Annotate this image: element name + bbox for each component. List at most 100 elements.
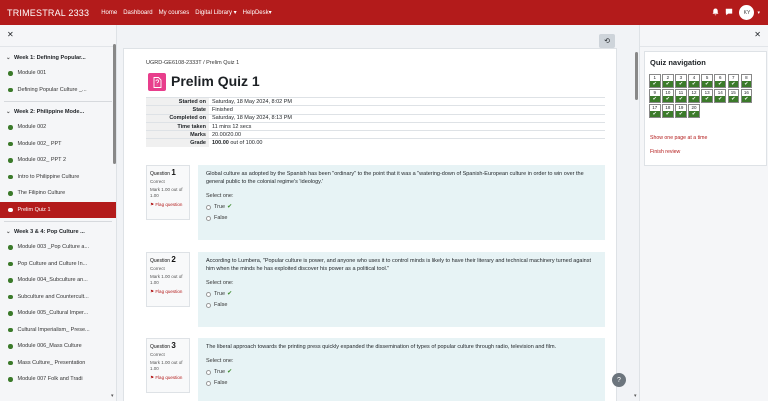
quiz-nav-button[interactable]: 9 ✔ xyxy=(649,89,661,103)
question-mark: Mark 1.00 out of 1.00 xyxy=(150,360,183,371)
activity-mass-culture-presentation[interactable]: Mass Culture_ Presentation xyxy=(0,355,116,372)
completion-dot-icon xyxy=(8,344,13,349)
question-3-info: Question 3 Correct Mark 1.00 out of 1.00… xyxy=(146,338,190,393)
activity-module-002-ppt[interactable]: Module 002_ PPT xyxy=(0,136,116,153)
question-1-content: Global culture as adopted by the Spanish… xyxy=(198,165,605,240)
correct-check-icon: ✔ xyxy=(650,80,660,87)
quiz-nav-button[interactable]: 11 ✔ xyxy=(675,89,687,103)
section-week-1[interactable]: ⌄ Week 1: Defining Popular... xyxy=(0,51,116,65)
quiz-nav-button[interactable]: 14 ✔ xyxy=(714,89,726,103)
activity-module-006[interactable]: Module 006_Mass Culture xyxy=(0,338,116,355)
quiz-nav-button[interactable]: 20 ✔ xyxy=(688,104,700,118)
activity-intro-philippine-culture[interactable]: Intro to Philippine Culture xyxy=(0,169,116,186)
quiz-nav-button[interactable]: 5 ✔ xyxy=(701,74,713,88)
activity-subculture-counterculture[interactable]: Subculture and Countercult... xyxy=(0,289,116,306)
radio-button[interactable] xyxy=(206,215,211,221)
quiz-nav-button[interactable]: 15 ✔ xyxy=(727,89,740,103)
activity-defining-popular-culture[interactable]: Defining Popular Culture _... xyxy=(0,82,116,99)
quiz-nav-button[interactable]: 2 ✔ xyxy=(662,74,674,88)
nav-helpdesk[interactable]: HelpDesk▾ xyxy=(243,9,272,16)
nav-dashboard[interactable]: Dashboard xyxy=(123,10,152,16)
option-false[interactable]: False xyxy=(206,379,597,387)
breadcrumb-separator: / xyxy=(203,60,205,66)
flag-question-button[interactable]: ⚑ Flag question xyxy=(150,289,186,295)
nav-home[interactable]: Home xyxy=(101,10,117,16)
nav-my-courses[interactable]: My courses xyxy=(159,10,190,16)
scroll-down-icon[interactable]: ▾ xyxy=(111,393,114,399)
option-false[interactable]: False xyxy=(206,214,597,222)
breadcrumb-course[interactable]: UGRD-GE6108-2333T xyxy=(146,60,202,66)
option-true[interactable]: True ✔ xyxy=(206,368,597,376)
option-true[interactable]: True ✔ xyxy=(206,290,597,298)
close-block-drawer-icon[interactable]: ✕ xyxy=(754,30,761,39)
chat-icon[interactable] xyxy=(725,8,733,18)
quiz-nav-button[interactable]: 18 ✔ xyxy=(662,104,674,118)
quiz-nav-button[interactable]: 1 ✔ xyxy=(649,74,661,88)
option-true[interactable]: True ✔ xyxy=(206,203,597,211)
question-text: According to Lumbera, "Popular culture i… xyxy=(206,258,592,272)
activity-module-002[interactable]: Module 002 xyxy=(0,119,116,136)
flag-question-button[interactable]: ⚑ Flag question xyxy=(150,202,186,208)
activity-module-002-ppt-2[interactable]: Module 002_ PPT 2 xyxy=(0,152,116,169)
activity-prelim-quiz-1[interactable]: Prelim Quiz 1 xyxy=(0,201,116,218)
quiz-nav-button[interactable]: 16 ✔ xyxy=(740,89,753,103)
section-week-3-4[interactable]: ⌄ Week 3 & 4: Pop Culture ... xyxy=(0,225,116,239)
user-menu-chevron-down-icon[interactable]: ▾ xyxy=(757,10,760,16)
correct-check-icon: ✔ xyxy=(227,369,233,375)
quiz-navigation-block: Quiz navigation 1 ✔ 2 ✔ 3 ✔ 4 ✔ 5 ✔ 6 ✔ 7 ✔ 8 ✔ 9 ✔ 10 ✔ 11 ✔… xyxy=(644,51,767,166)
finish-review-link[interactable]: Finish review xyxy=(650,149,680,155)
toggle-blocks-button[interactable]: ⟲ xyxy=(599,34,615,48)
radio-button[interactable] xyxy=(206,380,211,386)
site-brand[interactable]: TRIMESTRAL 2333 xyxy=(7,8,89,18)
activity-module-005[interactable]: Module 005_Cultural Imper... xyxy=(0,305,116,322)
radio-button[interactable] xyxy=(206,369,211,375)
section-week-2[interactable]: ⌄ Week 2: Philippine Mode... xyxy=(0,105,116,119)
activity-module-004[interactable]: Module 004_Subculture an... xyxy=(0,272,116,289)
avatar[interactable]: KY xyxy=(739,5,755,20)
activity-filipino-culture[interactable]: The Filipino Culture xyxy=(0,185,116,202)
completion-dot-icon xyxy=(8,360,13,365)
radio-button[interactable] xyxy=(206,291,211,297)
correct-check-icon: ✔ xyxy=(663,80,673,87)
chevron-down-icon[interactable]: ⌄ xyxy=(6,55,14,61)
course-index-scrollbar[interactable] xyxy=(113,44,116,164)
quiz-nav-button[interactable]: 4 ✔ xyxy=(688,74,700,88)
quiz-nav-button[interactable]: 3 ✔ xyxy=(675,74,687,88)
summary-row: Completed on Saturday, 18 May 2024, 8:13 … xyxy=(146,113,605,123)
activity-cultural-imperialism-presentation[interactable]: Cultural Imperialism_ Prese... xyxy=(0,322,116,339)
quiz-nav-button[interactable]: 19 ✔ xyxy=(675,104,687,118)
summary-row: Marks 20.00/20.00 xyxy=(146,130,605,139)
activity-pop-culture-culture-in[interactable]: Pop Culture and Culture In... xyxy=(0,256,116,273)
chevron-down-icon[interactable]: ⌄ xyxy=(6,229,14,235)
radio-button[interactable] xyxy=(206,204,211,210)
quiz-nav-button[interactable]: 17 ✔ xyxy=(649,104,661,118)
scroll-down-icon[interactable]: ▾ xyxy=(634,393,637,399)
block-drawer-scrollbar[interactable] xyxy=(635,52,638,100)
bell-icon[interactable] xyxy=(712,8,719,18)
correct-check-icon: ✔ xyxy=(741,95,752,102)
activity-module-007[interactable]: Module 007 Folk and Tradi xyxy=(0,371,116,388)
activity-module-003[interactable]: Module 003 _Pop Culture a... xyxy=(0,239,116,256)
navbar-user-area: KY ▾ xyxy=(712,0,760,25)
flag-question-button[interactable]: ⚑ Flag question xyxy=(150,375,186,381)
breadcrumb-quiz[interactable]: Prelim Quiz 1 xyxy=(206,60,239,66)
summary-label: Marks xyxy=(146,130,209,139)
option-false[interactable]: False xyxy=(206,301,597,309)
help-button[interactable]: ? xyxy=(612,373,626,387)
summary-row: Grade 100.00 out of 100.00 xyxy=(146,138,605,148)
quiz-nav-button[interactable]: 13 ✔ xyxy=(701,89,713,103)
nav-digital-library[interactable]: Digital Library ▾ xyxy=(195,9,236,16)
select-one-label: Select one: xyxy=(206,280,234,286)
chevron-down-icon[interactable]: ⌄ xyxy=(6,109,14,115)
quiz-nav-button[interactable]: 7 ✔ xyxy=(727,74,740,88)
radio-button[interactable] xyxy=(206,302,211,308)
correct-check-icon: ✔ xyxy=(715,80,725,87)
show-one-page-link[interactable]: Show one page at a time xyxy=(650,135,707,141)
close-course-index-icon[interactable]: ✕ xyxy=(7,30,14,39)
activity-module-001[interactable]: Module 001 xyxy=(0,65,116,82)
quiz-nav-button[interactable]: 10 ✔ xyxy=(662,89,674,103)
quiz-nav-button[interactable]: 12 ✔ xyxy=(688,89,700,103)
correct-check-icon: ✔ xyxy=(663,110,673,117)
quiz-nav-button[interactable]: 8 ✔ xyxy=(740,74,753,88)
quiz-nav-button[interactable]: 6 ✔ xyxy=(714,74,726,88)
